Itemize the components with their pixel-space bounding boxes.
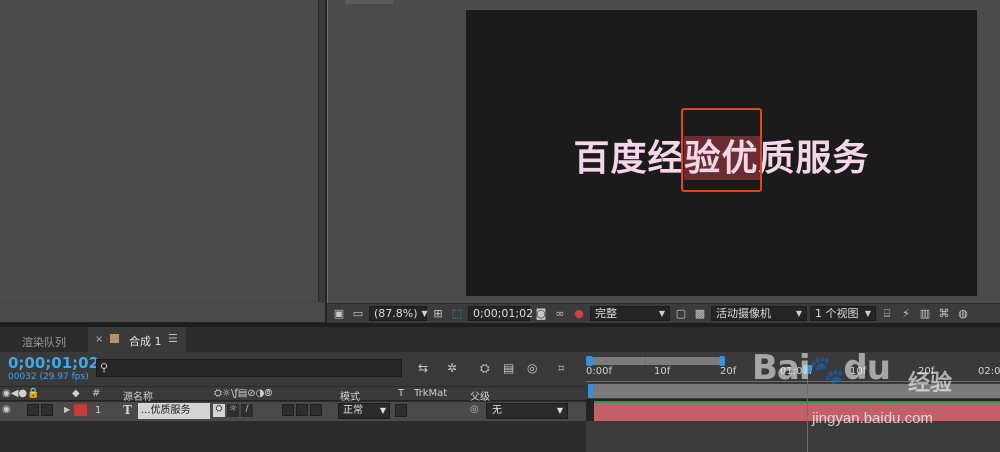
solo-toggle[interactable] bbox=[27, 404, 39, 416]
chevron-down-icon: ▼ bbox=[421, 309, 428, 318]
chevron-down-icon: ▼ bbox=[556, 406, 563, 415]
view-layout-value: 1 个视图 bbox=[815, 307, 859, 320]
chevron-down-icon: ▼ bbox=[795, 309, 802, 318]
time-navigator-start-handle[interactable] bbox=[588, 384, 593, 398]
pick-whip-icon[interactable]: ◎ bbox=[470, 404, 479, 415]
draft-3d-icon[interactable]: ✲ bbox=[447, 361, 457, 375]
time-marker bbox=[645, 357, 646, 365]
flowchart-icon[interactable]: ⌘ bbox=[936, 307, 952, 321]
eye-icon[interactable]: ◉ bbox=[2, 404, 11, 415]
label-column-icon: ◆ bbox=[72, 388, 80, 399]
layer-column-header bbox=[0, 386, 586, 400]
zoom-select[interactable]: (87.8%) ▼ bbox=[369, 306, 428, 321]
chevron-down-icon: ▼ bbox=[864, 309, 871, 318]
quality-switch-icon[interactable]: / bbox=[241, 404, 253, 417]
show-snapshot-icon[interactable]: ∞ bbox=[552, 307, 568, 321]
close-icon[interactable]: × bbox=[95, 334, 103, 345]
expand-triangle-icon[interactable]: ▶ bbox=[64, 405, 70, 414]
grid-icon[interactable]: ⊞ bbox=[430, 307, 446, 321]
work-area-end-handle[interactable] bbox=[719, 356, 725, 366]
composition-color-swatch bbox=[110, 334, 119, 343]
fast-preview-icon[interactable]: ⚡ bbox=[898, 307, 914, 321]
camera-value: 活动摄像机 bbox=[716, 307, 771, 320]
timeline-timecode[interactable]: 0;00;01;02 bbox=[8, 354, 99, 372]
comp-mini-flowchart-icon[interactable]: ⇆ bbox=[418, 361, 428, 375]
project-panel-scrollbar[interactable] bbox=[318, 0, 325, 322]
column-number: # bbox=[92, 388, 101, 399]
region-of-interest-icon[interactable]: ⬚ bbox=[449, 307, 465, 321]
blend-mode-select[interactable]: 正常 ▼ bbox=[338, 403, 390, 419]
view-layout-select[interactable]: 1 个视图 ▼ bbox=[810, 306, 876, 321]
tab-composition-label[interactable]: 合成 1 bbox=[129, 333, 162, 349]
switches-column-icons: ⛭☼\ƒ▤⊘◑⦾ bbox=[214, 388, 273, 399]
zoom-value: (87.8%) bbox=[374, 307, 418, 320]
camera-select[interactable]: 活动摄像机 ▼ bbox=[711, 306, 807, 321]
timeline-icon[interactable]: ▥ bbox=[917, 307, 933, 321]
chevron-down-icon: ▼ bbox=[379, 406, 386, 415]
transparency-grid-icon[interactable]: ▩ bbox=[692, 307, 708, 321]
pixel-aspect-icon[interactable]: ⌸ bbox=[879, 307, 895, 321]
layer-number: 1 bbox=[95, 405, 102, 416]
graph-editor-icon[interactable]: ⌗ bbox=[558, 361, 565, 376]
ruler-tick-label: 0:00f bbox=[586, 366, 612, 377]
column-t: T bbox=[398, 388, 405, 399]
selection-annotation-box bbox=[681, 108, 762, 192]
exposure-icon[interactable]: ◍ bbox=[955, 307, 971, 321]
project-panel-footer bbox=[0, 302, 325, 322]
parent-value: 无 bbox=[492, 405, 502, 416]
always-preview-icon[interactable]: ▣ bbox=[331, 307, 347, 321]
3d-layer-switch[interactable] bbox=[310, 404, 322, 416]
adjustment-layer-switch[interactable] bbox=[296, 404, 308, 416]
current-time-value: 0;00;01;02 bbox=[473, 307, 534, 320]
ruler-tick-label: 20f bbox=[720, 366, 737, 377]
viewer-toolbar: ▣ ▭ (87.8%) ▼ ⊞ ⬚ 0;00;01;02 ◙ ∞ ● 完整 ▼ ▢ … bbox=[327, 303, 1000, 323]
color-channels-icon[interactable]: ● bbox=[571, 307, 587, 321]
timeline-track-area bbox=[586, 421, 1000, 452]
layer-label-color[interactable] bbox=[74, 404, 87, 416]
column-trkmat[interactable]: TrkMat bbox=[414, 388, 447, 399]
parent-select[interactable]: 无 ▼ bbox=[486, 403, 568, 419]
resolution-value: 完整 bbox=[595, 307, 617, 320]
ruler-tick-label: 10f bbox=[654, 366, 671, 377]
layer-duration-bar[interactable] bbox=[594, 401, 1000, 421]
preserve-transparency-toggle[interactable] bbox=[395, 404, 407, 417]
visibility-column-icon: ◉◀●🔒 bbox=[2, 388, 40, 399]
frame-blending-icon[interactable]: ▤ bbox=[503, 361, 514, 375]
baidu-watermark-logo: Bai🐾du bbox=[752, 348, 891, 388]
target-region-icon[interactable]: ▢ bbox=[673, 307, 689, 321]
camera-snapshot-icon[interactable]: ◙ bbox=[533, 307, 549, 321]
lock-toggle[interactable] bbox=[41, 404, 53, 416]
ruler-tick-label: 02:00 bbox=[978, 366, 1000, 377]
tab-render-queue[interactable]: 渲染队列 bbox=[22, 334, 66, 350]
motion-blur-icon[interactable]: ◎ bbox=[527, 361, 537, 375]
collapse-switch-icon[interactable]: ☼ bbox=[227, 404, 239, 417]
project-panel bbox=[0, 0, 325, 322]
search-icon: ⚲ bbox=[100, 361, 109, 374]
hide-shy-layers-icon[interactable]: ⛭ bbox=[480, 361, 490, 376]
motion-blur-switch[interactable] bbox=[282, 404, 294, 416]
resolution-select[interactable]: 完整 ▼ bbox=[590, 306, 670, 321]
panel-menu-icon[interactable]: ☰ bbox=[168, 332, 178, 345]
chevron-down-icon: ▼ bbox=[658, 309, 665, 318]
blend-mode-value: 正常 bbox=[343, 405, 363, 416]
current-time-field[interactable]: 0;00;01;02 bbox=[468, 306, 534, 321]
watermark-text: 经验 bbox=[908, 371, 953, 396]
shy-switch-icon[interactable]: ⛭ bbox=[213, 404, 225, 417]
timeline-frame-count: 00032 (29.97 fps) bbox=[8, 372, 89, 382]
work-area-start-handle[interactable] bbox=[586, 356, 593, 366]
work-area-bar[interactable] bbox=[590, 357, 722, 365]
text-layer-icon: T bbox=[123, 403, 132, 417]
layer-search-input[interactable] bbox=[96, 359, 402, 377]
viewer-tab[interactable] bbox=[345, 0, 393, 4]
layer-name[interactable]: ...优质服务 bbox=[138, 403, 210, 419]
watermark-url: jingyan.baidu.com bbox=[812, 410, 933, 427]
monitor-icon[interactable]: ▭ bbox=[350, 307, 366, 321]
